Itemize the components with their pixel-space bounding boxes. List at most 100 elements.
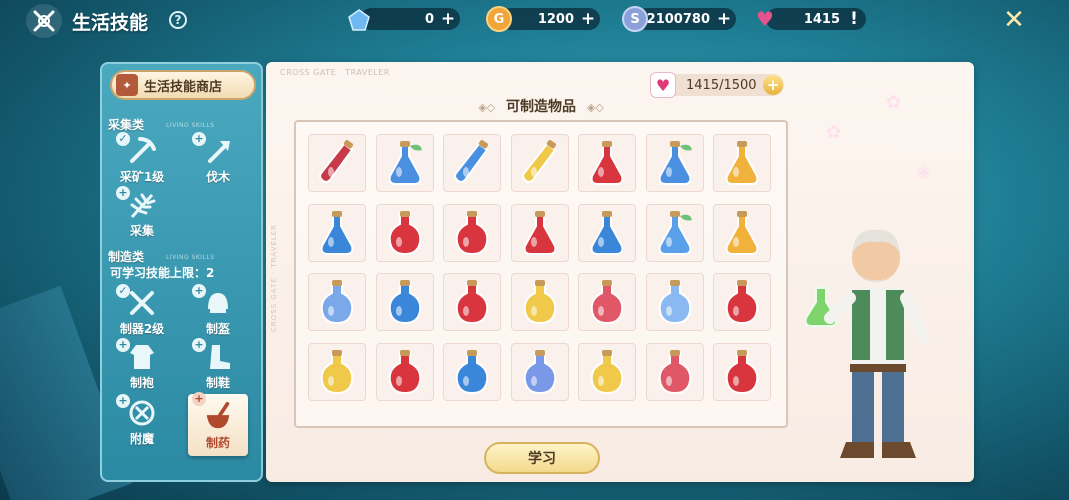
crafting-section-subtitle: LIVING SKILLS	[166, 254, 215, 261]
learn-button-label: 学习	[528, 451, 556, 467]
help-icon[interactable]: ?	[169, 11, 187, 29]
skill-label: 附魔	[129, 432, 154, 446]
skill-label: 制袍	[129, 376, 154, 390]
potion-icon	[725, 280, 759, 325]
potion-item-slot[interactable]	[645, 203, 704, 262]
crystal-amount: 0	[424, 11, 434, 27]
potion-item-slot[interactable]	[308, 342, 366, 401]
skill-shop-button[interactable]: ✦ 生活技能商店	[110, 70, 256, 100]
skill-robecraft[interactable]: + 制袍	[112, 338, 172, 394]
potion-item-slot[interactable]	[713, 134, 771, 192]
learned-check-icon: ✓	[116, 132, 130, 146]
learn-plus-icon: +	[116, 394, 130, 408]
potion-icon	[590, 141, 624, 185]
potion-item-slot[interactable]	[510, 134, 569, 192]
skill-label: 制器2级	[119, 322, 165, 336]
potion-icon	[590, 210, 624, 255]
potion-item-slot[interactable]	[443, 134, 501, 192]
skill-label: 制鞋	[205, 376, 230, 390]
potion-icon	[319, 140, 354, 183]
gold-coin-icon: G	[486, 6, 512, 32]
skill-sidebar: ✦ 生活技能商店 采集类 LIVING SKILLS ✓ 采矿1级 + 伐木 +…	[100, 62, 263, 482]
potion-item-slot[interactable]	[443, 203, 501, 262]
gold-amount: 1200	[537, 11, 574, 27]
potion-item-slot[interactable]	[713, 203, 771, 262]
potion-icon	[523, 210, 556, 255]
potion-icon	[521, 140, 556, 183]
page-title: 生活技能	[72, 12, 149, 34]
potion-item-slot[interactable]	[510, 342, 569, 401]
energy-alert[interactable]: !	[845, 10, 863, 28]
potion-item-slot[interactable]	[375, 203, 434, 262]
potion-item-slot[interactable]	[443, 273, 501, 331]
skill-logging[interactable]: + 伐木	[188, 132, 248, 188]
gathering-section-title: 采集类	[108, 118, 145, 132]
potion-item-slot[interactable]	[645, 273, 704, 331]
skill-helmetcraft[interactable]: + 制盔	[188, 284, 248, 340]
potion-item-slot[interactable]	[713, 342, 771, 401]
potion-item-slot[interactable]	[443, 342, 501, 401]
energy-value: 1415/1500	[686, 77, 757, 93]
crystal-icon	[346, 7, 372, 33]
potion-icon	[455, 280, 489, 325]
mortar-pestle-icon	[199, 400, 237, 434]
potion-item-slot[interactable]	[308, 134, 366, 192]
potion-item-slot[interactable]	[578, 273, 636, 331]
side-watermark: CROSS GATE · TRAVELER	[270, 223, 278, 332]
skill-label: 采矿1级	[119, 170, 165, 184]
flower-decoration: ❀	[916, 162, 932, 183]
potion-item-slot[interactable]	[308, 273, 366, 331]
gold-add-button[interactable]: +	[579, 10, 597, 28]
learn-plus-icon: +	[192, 132, 206, 146]
energy-add-button[interactable]: +	[763, 75, 783, 95]
silver-amount: 2100780	[646, 11, 710, 27]
learn-limit-text: 可学习技能上限：2	[110, 266, 215, 280]
silver-currency: 2100780 +	[636, 8, 736, 30]
potion-item-slot[interactable]	[645, 342, 704, 401]
potion-icon	[388, 210, 421, 255]
potion-item-slot[interactable]	[645, 134, 704, 192]
skill-mining[interactable]: ✓ 采矿1级	[112, 132, 172, 188]
craftable-items-grid	[294, 120, 788, 428]
craftable-header: ◈◇ 可制造物品 ◈◇	[436, 96, 646, 116]
potion-icon	[388, 349, 421, 394]
potion-item-slot[interactable]	[713, 273, 771, 331]
gathering-section-subtitle: LIVING SKILLS	[166, 122, 215, 129]
potion-icon	[455, 210, 489, 255]
silver-add-button[interactable]: +	[715, 10, 733, 28]
skill-enchant[interactable]: + 附魔	[112, 394, 172, 450]
close-button[interactable]: ✕	[997, 4, 1031, 36]
potion-item-slot[interactable]	[578, 134, 636, 192]
potion-item-slot[interactable]	[578, 203, 636, 262]
potion-item-slot[interactable]	[578, 342, 636, 401]
title-ornament-icon: ◈◇	[586, 101, 604, 114]
potion-item-slot[interactable]	[510, 203, 569, 262]
potion-item-slot[interactable]	[375, 342, 434, 401]
potion-icon	[590, 280, 624, 325]
skill-gathering[interactable]: + 采集	[112, 186, 172, 242]
potion-icon	[725, 210, 759, 255]
potion-icon	[388, 141, 422, 185]
potion-icon	[320, 349, 354, 394]
potion-icon	[725, 349, 759, 394]
crystal-add-button[interactable]: +	[439, 10, 457, 28]
skill-label: 采集	[129, 224, 154, 238]
potion-icon	[455, 349, 489, 394]
skill-alchemy[interactable]: + 制药	[188, 392, 248, 456]
potion-icon	[658, 280, 691, 325]
energy-amount: 1415	[803, 11, 840, 27]
life-skill-emblem-icon[interactable]	[26, 4, 62, 38]
potion-icon	[388, 280, 421, 325]
potion-item-slot[interactable]	[510, 273, 569, 331]
potion-item-slot[interactable]	[375, 273, 434, 331]
crystal-currency: 0 +	[360, 8, 460, 30]
skill-bootcraft[interactable]: + 制鞋	[188, 338, 248, 394]
potion-icon	[658, 349, 691, 394]
learn-button[interactable]: 学习	[484, 442, 600, 474]
potion-icon	[320, 210, 354, 255]
potion-icon	[658, 141, 692, 185]
potion-icon	[523, 349, 556, 394]
skill-weaponcraft[interactable]: ✓ 制器2级	[112, 284, 172, 340]
potion-item-slot[interactable]	[308, 203, 366, 262]
potion-item-slot[interactable]	[375, 134, 434, 192]
